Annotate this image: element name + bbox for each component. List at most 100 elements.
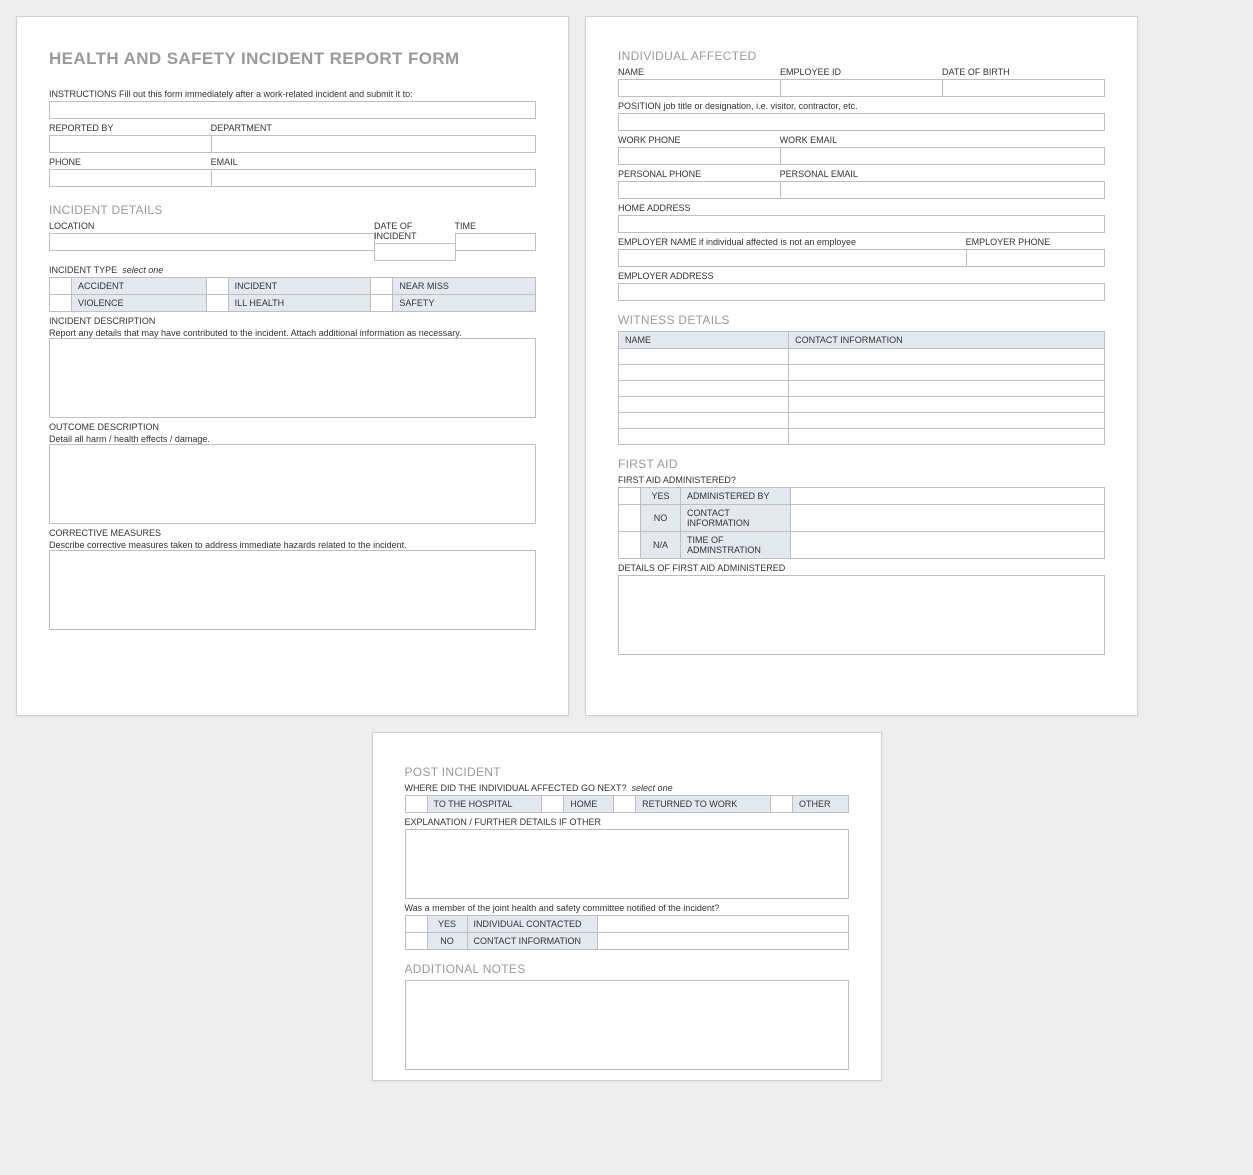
personal-email-input[interactable] [780,181,1105,199]
contact-info-input[interactable] [791,505,1105,532]
position-input[interactable] [618,113,1105,131]
home-address-input[interactable] [618,215,1105,233]
witness-cell[interactable] [619,349,789,365]
committee-table: YES INDIVIDUAL CONTACTED NO CONTACT INFO… [405,915,849,950]
witness-cell[interactable] [789,413,1105,429]
email-label: EMAIL [211,157,536,167]
department-input[interactable] [211,135,536,153]
date-of-incident-input[interactable] [374,243,456,261]
explanation-input[interactable] [405,829,849,899]
witness-cell[interactable] [619,397,789,413]
where-check[interactable] [542,796,564,813]
employer-phone-input[interactable] [966,249,1105,267]
first-aid-admin-label: FIRST AID ADMINISTERED? [618,475,1105,485]
incident-desc-input[interactable] [49,338,536,418]
witness-cell[interactable] [619,365,789,381]
time-input[interactable] [455,233,537,251]
page-3: POST INCIDENT WHERE DID THE INDIVIDUAL A… [372,732,882,1081]
outcome-desc-label: OUTCOME DESCRIPTION [49,422,536,432]
witness-cell[interactable] [789,365,1105,381]
incident-type-check[interactable] [371,278,393,295]
committee-yes: YES [427,916,467,933]
where-check[interactable] [770,796,792,813]
form-title: HEALTH AND SAFETY INCIDENT REPORT FORM [49,49,536,69]
witness-cell[interactable] [619,429,789,445]
witness-cell[interactable] [789,381,1105,397]
where-option: RETURNED TO WORK [636,796,771,813]
home-address-label: HOME ADDRESS [618,203,1105,213]
time-admin-label: TIME OF ADMINSTRATION [681,532,791,559]
witness-cell[interactable] [789,349,1105,365]
incident-details-header: INCIDENT DETAILS [49,203,536,217]
phone-label: PHONE [49,157,212,167]
department-label: DEPARTMENT [211,123,536,133]
incident-type-check[interactable] [371,295,393,312]
outcome-desc-sub: Detail all harm / health effects / damag… [49,434,536,444]
incident-type-option: INCIDENT [228,278,371,295]
committee-contact-label: CONTACT INFORMATION [467,933,597,950]
committee-check[interactable] [405,933,427,950]
first-aid-no: NO [641,505,681,532]
time-admin-input[interactable] [791,532,1105,559]
witness-cell[interactable] [619,381,789,397]
committee-check[interactable] [405,916,427,933]
administered-by-input[interactable] [791,488,1105,505]
work-phone-label: WORK PHONE [618,135,781,145]
employer-address-input[interactable] [618,283,1105,301]
name-label: NAME [618,67,781,77]
instructions-input[interactable] [49,101,536,119]
details-first-aid-input[interactable] [618,575,1105,655]
employer-name-input[interactable] [618,249,967,267]
incident-type-check[interactable] [206,295,228,312]
witness-details-header: WITNESS DETAILS [618,313,1105,327]
first-aid-check[interactable] [619,505,641,532]
name-input[interactable] [618,79,781,97]
witness-table: NAME CONTACT INFORMATION [618,331,1105,445]
incident-type-table: ACCIDENT INCIDENT NEAR MISS VIOLENCE ILL… [49,277,536,312]
additional-notes-input[interactable] [405,980,849,1070]
email-input[interactable] [211,169,536,187]
incident-desc-label: INCIDENT DESCRIPTION [49,316,536,326]
instructions-label: INSTRUCTIONS Fill out this form immediat… [49,89,536,99]
personal-phone-input[interactable] [618,181,781,199]
location-input[interactable] [49,233,375,251]
witness-contact-col: CONTACT INFORMATION [789,332,1105,349]
dob-input[interactable] [942,79,1105,97]
witness-name-col: NAME [619,332,789,349]
incident-type-check[interactable] [50,295,72,312]
contact-info-label: CONTACT INFORMATION [681,505,791,532]
outcome-desc-input[interactable] [49,444,536,524]
employer-phone-label: EMPLOYER PHONE [966,237,1105,247]
personal-email-label: PERSONAL EMAIL [780,169,1105,179]
date-of-incident-label: DATE OF INCIDENT [374,221,456,241]
individual-contacted-label: INDIVIDUAL CONTACTED [467,916,597,933]
first-aid-check[interactable] [619,488,641,505]
first-aid-check[interactable] [619,532,641,559]
reported-by-input[interactable] [49,135,212,153]
work-email-input[interactable] [780,147,1105,165]
phone-input[interactable] [49,169,212,187]
additional-notes-header: ADDITIONAL NOTES [405,962,849,976]
witness-cell[interactable] [789,429,1105,445]
location-label: LOCATION [49,221,375,231]
witness-cell[interactable] [619,413,789,429]
employee-id-input[interactable] [780,79,943,97]
incident-type-check[interactable] [206,278,228,295]
committee-contact-input[interactable] [597,933,848,950]
page-1: HEALTH AND SAFETY INCIDENT REPORT FORM I… [16,16,569,716]
incident-type-option: VIOLENCE [72,295,207,312]
employer-name-label: EMPLOYER NAME if individual affected is … [618,237,967,247]
work-phone-input[interactable] [618,147,781,165]
corrective-input[interactable] [49,550,536,630]
work-email-label: WORK EMAIL [780,135,1105,145]
where-check[interactable] [614,796,636,813]
witness-cell[interactable] [789,397,1105,413]
incident-type-check[interactable] [50,278,72,295]
post-incident-header: POST INCIDENT [405,765,849,779]
individual-contacted-input[interactable] [597,916,848,933]
where-check[interactable] [405,796,427,813]
committee-no: NO [427,933,467,950]
incident-desc-sub: Report any details that may have contrib… [49,328,536,338]
incident-type-option: ILL HEALTH [228,295,371,312]
first-aid-header: FIRST AID [618,457,1105,471]
